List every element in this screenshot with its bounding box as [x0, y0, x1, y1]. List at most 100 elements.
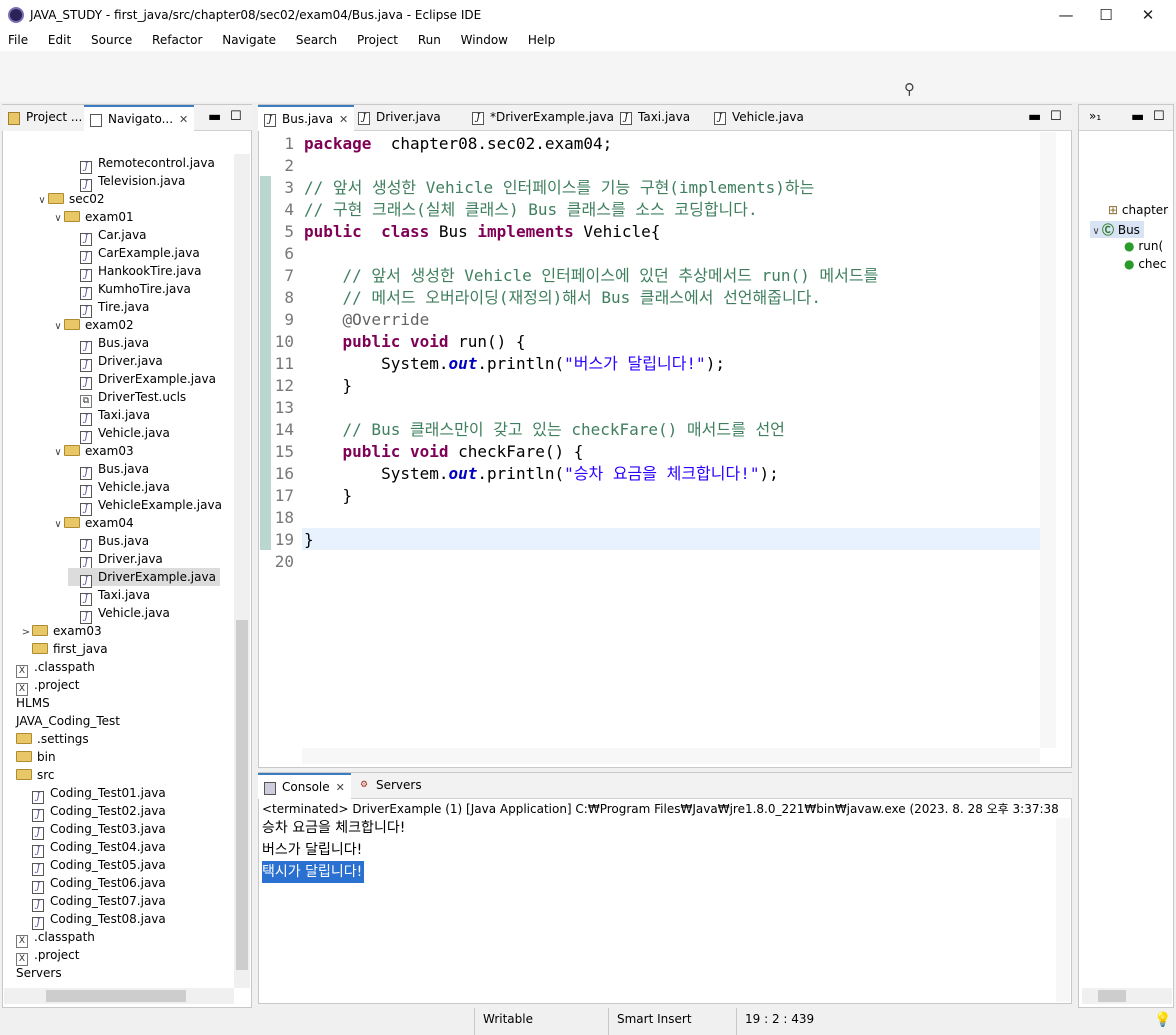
tree-item[interactable]: J VehicleExample.java: [68, 496, 222, 516]
minimize-view-icon[interactable]: ▬: [1028, 109, 1041, 125]
code-line[interactable]: public void run() {: [304, 331, 526, 353]
code-line[interactable]: // 메서드 오버라이딩(재정의)해서 Bus 클래스에서 선언해줍니다.: [304, 287, 822, 309]
tree-item[interactable]: J Coding_Test02.java: [20, 802, 166, 822]
tree-horizontal-scrollbar[interactable]: [4, 988, 234, 1004]
tree-item[interactable]: J HankookTire.java: [68, 262, 201, 282]
tree-item[interactable]: J Driver.java: [68, 550, 163, 570]
tree-item[interactable]: first_java: [20, 640, 108, 658]
code-line[interactable]: }: [304, 375, 353, 397]
console-line[interactable]: 택시가 달립니다!: [262, 861, 365, 883]
tree-item[interactable]: J Tire.java: [68, 298, 149, 318]
code-line[interactable]: @Override: [304, 309, 430, 331]
tree-item[interactable]: J Coding_Test06.java: [20, 874, 166, 894]
tree-item[interactable]: Servers: [4, 964, 62, 982]
menu-navigate[interactable]: Navigate: [214, 31, 276, 47]
tree-item[interactable]: > exam03: [20, 622, 102, 640]
chevron-down-icon[interactable]: ∨: [52, 444, 64, 462]
tree-item[interactable]: X .project: [4, 676, 79, 696]
code-line[interactable]: }: [304, 529, 314, 551]
code-line[interactable]: System.out.println("승차 요금을 체크합니다!");: [304, 463, 779, 485]
outline-method-run[interactable]: ● run(: [1124, 239, 1163, 253]
console-line[interactable]: 승차 요금을 체크합니다!: [262, 817, 405, 839]
code-line[interactable]: // Bus 클래스만이 갖고 있는 checkFare() 매서드를 선언: [304, 419, 785, 441]
chevron-down-icon[interactable]: ∨: [52, 516, 64, 534]
tree-item[interactable]: X .project: [4, 946, 79, 966]
maximize-view-icon[interactable]: ☐: [1153, 109, 1165, 124]
maximize-button[interactable]: ☐: [1086, 4, 1126, 26]
tree-item[interactable]: J DriverExample.java: [68, 370, 216, 390]
tree-item[interactable]: ∨ exam02: [52, 316, 133, 336]
outline-package[interactable]: ⊞ chapter: [1108, 203, 1168, 217]
outline-h-scrollbar[interactable]: [1082, 988, 1172, 1004]
tree-item[interactable]: J Coding_Test07.java: [20, 892, 166, 912]
tree-item[interactable]: .settings: [4, 730, 89, 748]
outline-h-thumb[interactable]: [1098, 990, 1126, 1002]
menu-run[interactable]: Run: [410, 31, 441, 47]
tab-servers[interactable]: ⚙ Servers: [352, 773, 428, 799]
tree-item[interactable]: ⧉ DriverTest.ucls: [68, 388, 186, 408]
tree-item[interactable]: J Taxi.java: [68, 406, 150, 426]
code-line[interactable]: // 앞서 생성한 Vehicle 인터페이스에 있던 추상메서드 run() …: [304, 265, 879, 287]
tree-item[interactable]: ∨ sec02: [36, 190, 104, 210]
code-line[interactable]: public class Bus implements Vehicle{: [304, 221, 660, 243]
close-icon[interactable]: ✕: [336, 781, 345, 794]
tree-item[interactable]: J Taxi.java: [68, 586, 150, 606]
search-icon[interactable]: ⚲: [904, 80, 915, 98]
tree-item[interactable]: J Vehicle.java: [68, 424, 170, 444]
editor-tab[interactable]: J Bus.java ✕: [258, 105, 355, 131]
tree-vertical-scrollbar[interactable]: [234, 154, 250, 988]
close-button[interactable]: ✕: [1128, 4, 1168, 26]
tree-item[interactable]: J Bus.java: [68, 532, 149, 552]
tree-item[interactable]: bin: [4, 748, 56, 766]
menu-file[interactable]: File: [0, 31, 28, 47]
tree-item[interactable]: ∨ exam01: [52, 208, 133, 228]
tree-item[interactable]: J Car.java: [68, 226, 147, 246]
tree-item[interactable]: X .classpath: [4, 658, 95, 678]
maximize-view-icon[interactable]: ☐: [230, 109, 242, 124]
code-line[interactable]: System.out.println("버스가 달립니다!");: [304, 353, 725, 375]
chevron-down-icon[interactable]: ∨: [52, 210, 64, 228]
tab-console[interactable]: Console ✕: [258, 773, 351, 799]
menu-edit[interactable]: Edit: [40, 31, 71, 47]
tree-item[interactable]: J Coding_Test05.java: [20, 856, 166, 876]
minimize-view-icon[interactable]: ▬: [1131, 109, 1144, 125]
tree-item[interactable]: J Bus.java: [68, 460, 149, 480]
tree-item[interactable]: J CarExample.java: [68, 244, 200, 264]
outline-tab[interactable]: »₁: [1089, 109, 1101, 123]
tree-item[interactable]: ∨ exam04: [52, 514, 133, 534]
close-icon[interactable]: ✕: [179, 113, 188, 126]
tree-item[interactable]: ∨ exam03: [52, 442, 133, 462]
menu-window[interactable]: Window: [453, 31, 508, 47]
editor-tab[interactable]: J *DriverExample.java: [466, 105, 620, 131]
menu-search[interactable]: Search: [288, 31, 337, 47]
menu-refactor[interactable]: Refactor: [144, 31, 202, 47]
close-icon[interactable]: ✕: [339, 113, 348, 126]
chevron-down-icon[interactable]: ∨: [36, 192, 48, 210]
tip-lightbulb-icon[interactable]: 💡: [1154, 1012, 1171, 1028]
code-line[interactable]: // 앞서 생성한 Vehicle 인터페이스를 기능 구현(implement…: [304, 177, 814, 199]
tree-h-thumb[interactable]: [46, 990, 186, 1002]
tree-item[interactable]: J Bus.java: [68, 334, 149, 354]
minimize-button[interactable]: —: [1046, 4, 1086, 26]
tree-item[interactable]: J Coding_Test01.java: [20, 784, 166, 804]
minimize-view-icon[interactable]: ▬: [208, 109, 221, 125]
menu-project[interactable]: Project: [349, 31, 398, 47]
code-line[interactable]: public void checkFare() {: [304, 441, 584, 463]
chevron-down-icon[interactable]: ∨: [52, 318, 64, 336]
tree-item[interactable]: X .classpath: [4, 928, 95, 948]
tree-item[interactable]: J Vehicle.java: [68, 604, 170, 624]
tree-item[interactable]: src: [4, 766, 55, 784]
tree-item[interactable]: J DriverExample.java: [68, 568, 220, 588]
tree-item[interactable]: J Television.java: [68, 172, 185, 192]
code-line[interactable]: }: [304, 485, 353, 507]
outline-method-checkfare[interactable]: ● chec: [1124, 257, 1167, 271]
code-line[interactable]: package chapter08.sec02.exam04;: [304, 133, 612, 155]
menu-source[interactable]: Source: [83, 31, 132, 47]
code-line[interactable]: // 구현 크래스(실체 클래스) Bus 클래스를 소스 코딩합니다.: [304, 199, 758, 221]
console-v-scrollbar[interactable]: [1056, 818, 1070, 1002]
editor-tab[interactable]: J Vehicle.java: [708, 105, 810, 131]
tree-item[interactable]: J Coding_Test04.java: [20, 838, 166, 858]
outline-class-bus[interactable]: ∨ Ⓒ Bus: [1090, 221, 1144, 238]
maximize-view-icon[interactable]: ☐: [1050, 109, 1062, 124]
editor-h-scrollbar[interactable]: [302, 748, 1040, 764]
